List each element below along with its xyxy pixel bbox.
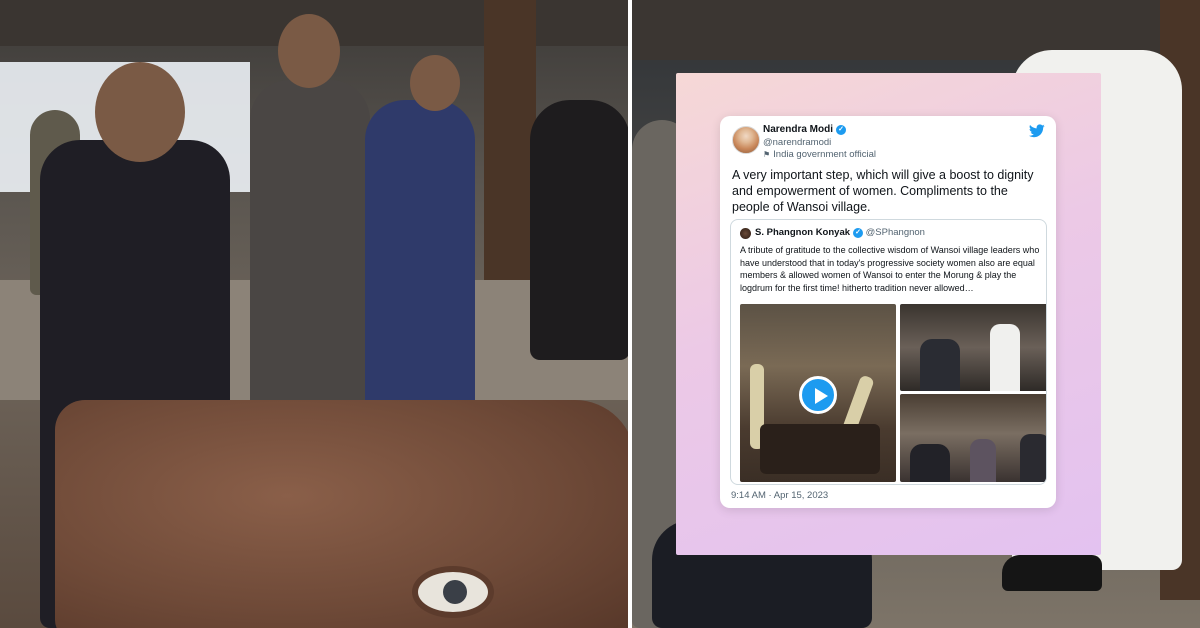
log-drum bbox=[55, 400, 628, 628]
quoted-author-avatar[interactable] bbox=[740, 228, 751, 239]
play-button[interactable] bbox=[799, 376, 837, 414]
man-white-shirt bbox=[990, 324, 1020, 391]
media-photo-2[interactable] bbox=[900, 394, 1046, 482]
woman-right-figure bbox=[530, 100, 628, 360]
author-avatar[interactable] bbox=[732, 126, 760, 154]
quoted-tweet-text: A tribute of gratitude to the collective… bbox=[740, 245, 1040, 293]
media-photo-1[interactable] bbox=[900, 304, 1046, 391]
person-figure bbox=[1020, 434, 1046, 482]
man-vest-head bbox=[410, 55, 460, 111]
black-shoe bbox=[1002, 555, 1102, 591]
official-label: ⚑ India government official bbox=[763, 149, 876, 160]
verified-badge-icon: ✓ bbox=[836, 125, 847, 135]
tweet-text: A very important step, which will give a… bbox=[732, 168, 1034, 214]
tweet-card[interactable]: Narendra Modi ✓ @narendramodi ⚑ India gove… bbox=[720, 116, 1056, 508]
play-icon bbox=[815, 388, 828, 404]
woman-left-head bbox=[95, 62, 185, 162]
author-name[interactable]: Narendra Modi ✓ bbox=[763, 124, 847, 135]
official-label-text: India government official bbox=[773, 149, 876, 160]
quoted-tweet[interactable]: S. Phangnon Konyak ✓ @SPhangnon A tribute… bbox=[730, 219, 1047, 485]
flag-icon: ⚑ bbox=[763, 150, 771, 159]
woman-center-head bbox=[278, 14, 340, 88]
woman-center-figure bbox=[250, 80, 370, 410]
left-photo bbox=[0, 0, 628, 628]
tweet-timestamp[interactable]: 9:14 AM · Apr 15, 2023 bbox=[731, 490, 828, 501]
author-name-text[interactable]: Narendra Modi bbox=[763, 124, 833, 135]
log-drum-pupil bbox=[443, 580, 467, 604]
person-figure bbox=[910, 444, 950, 482]
quoted-author-handle[interactable]: @SPhangnon bbox=[866, 227, 925, 238]
log-drum bbox=[760, 424, 880, 474]
person-figure bbox=[970, 439, 996, 482]
quoted-media-grid[interactable] bbox=[740, 304, 1046, 482]
verified-badge-icon: ✓ bbox=[853, 228, 864, 238]
person-figure bbox=[920, 339, 960, 391]
twitter-bird-icon[interactable] bbox=[1029, 124, 1045, 138]
quoted-author[interactable]: S. Phangnon Konyak ✓ @SPhangnon bbox=[755, 227, 925, 238]
author-handle[interactable]: @narendramodi bbox=[763, 137, 831, 148]
man-vest-figure bbox=[365, 100, 475, 410]
quoted-author-name[interactable]: S. Phangnon Konyak bbox=[755, 227, 850, 238]
media-video-thumbnail[interactable] bbox=[740, 304, 896, 482]
